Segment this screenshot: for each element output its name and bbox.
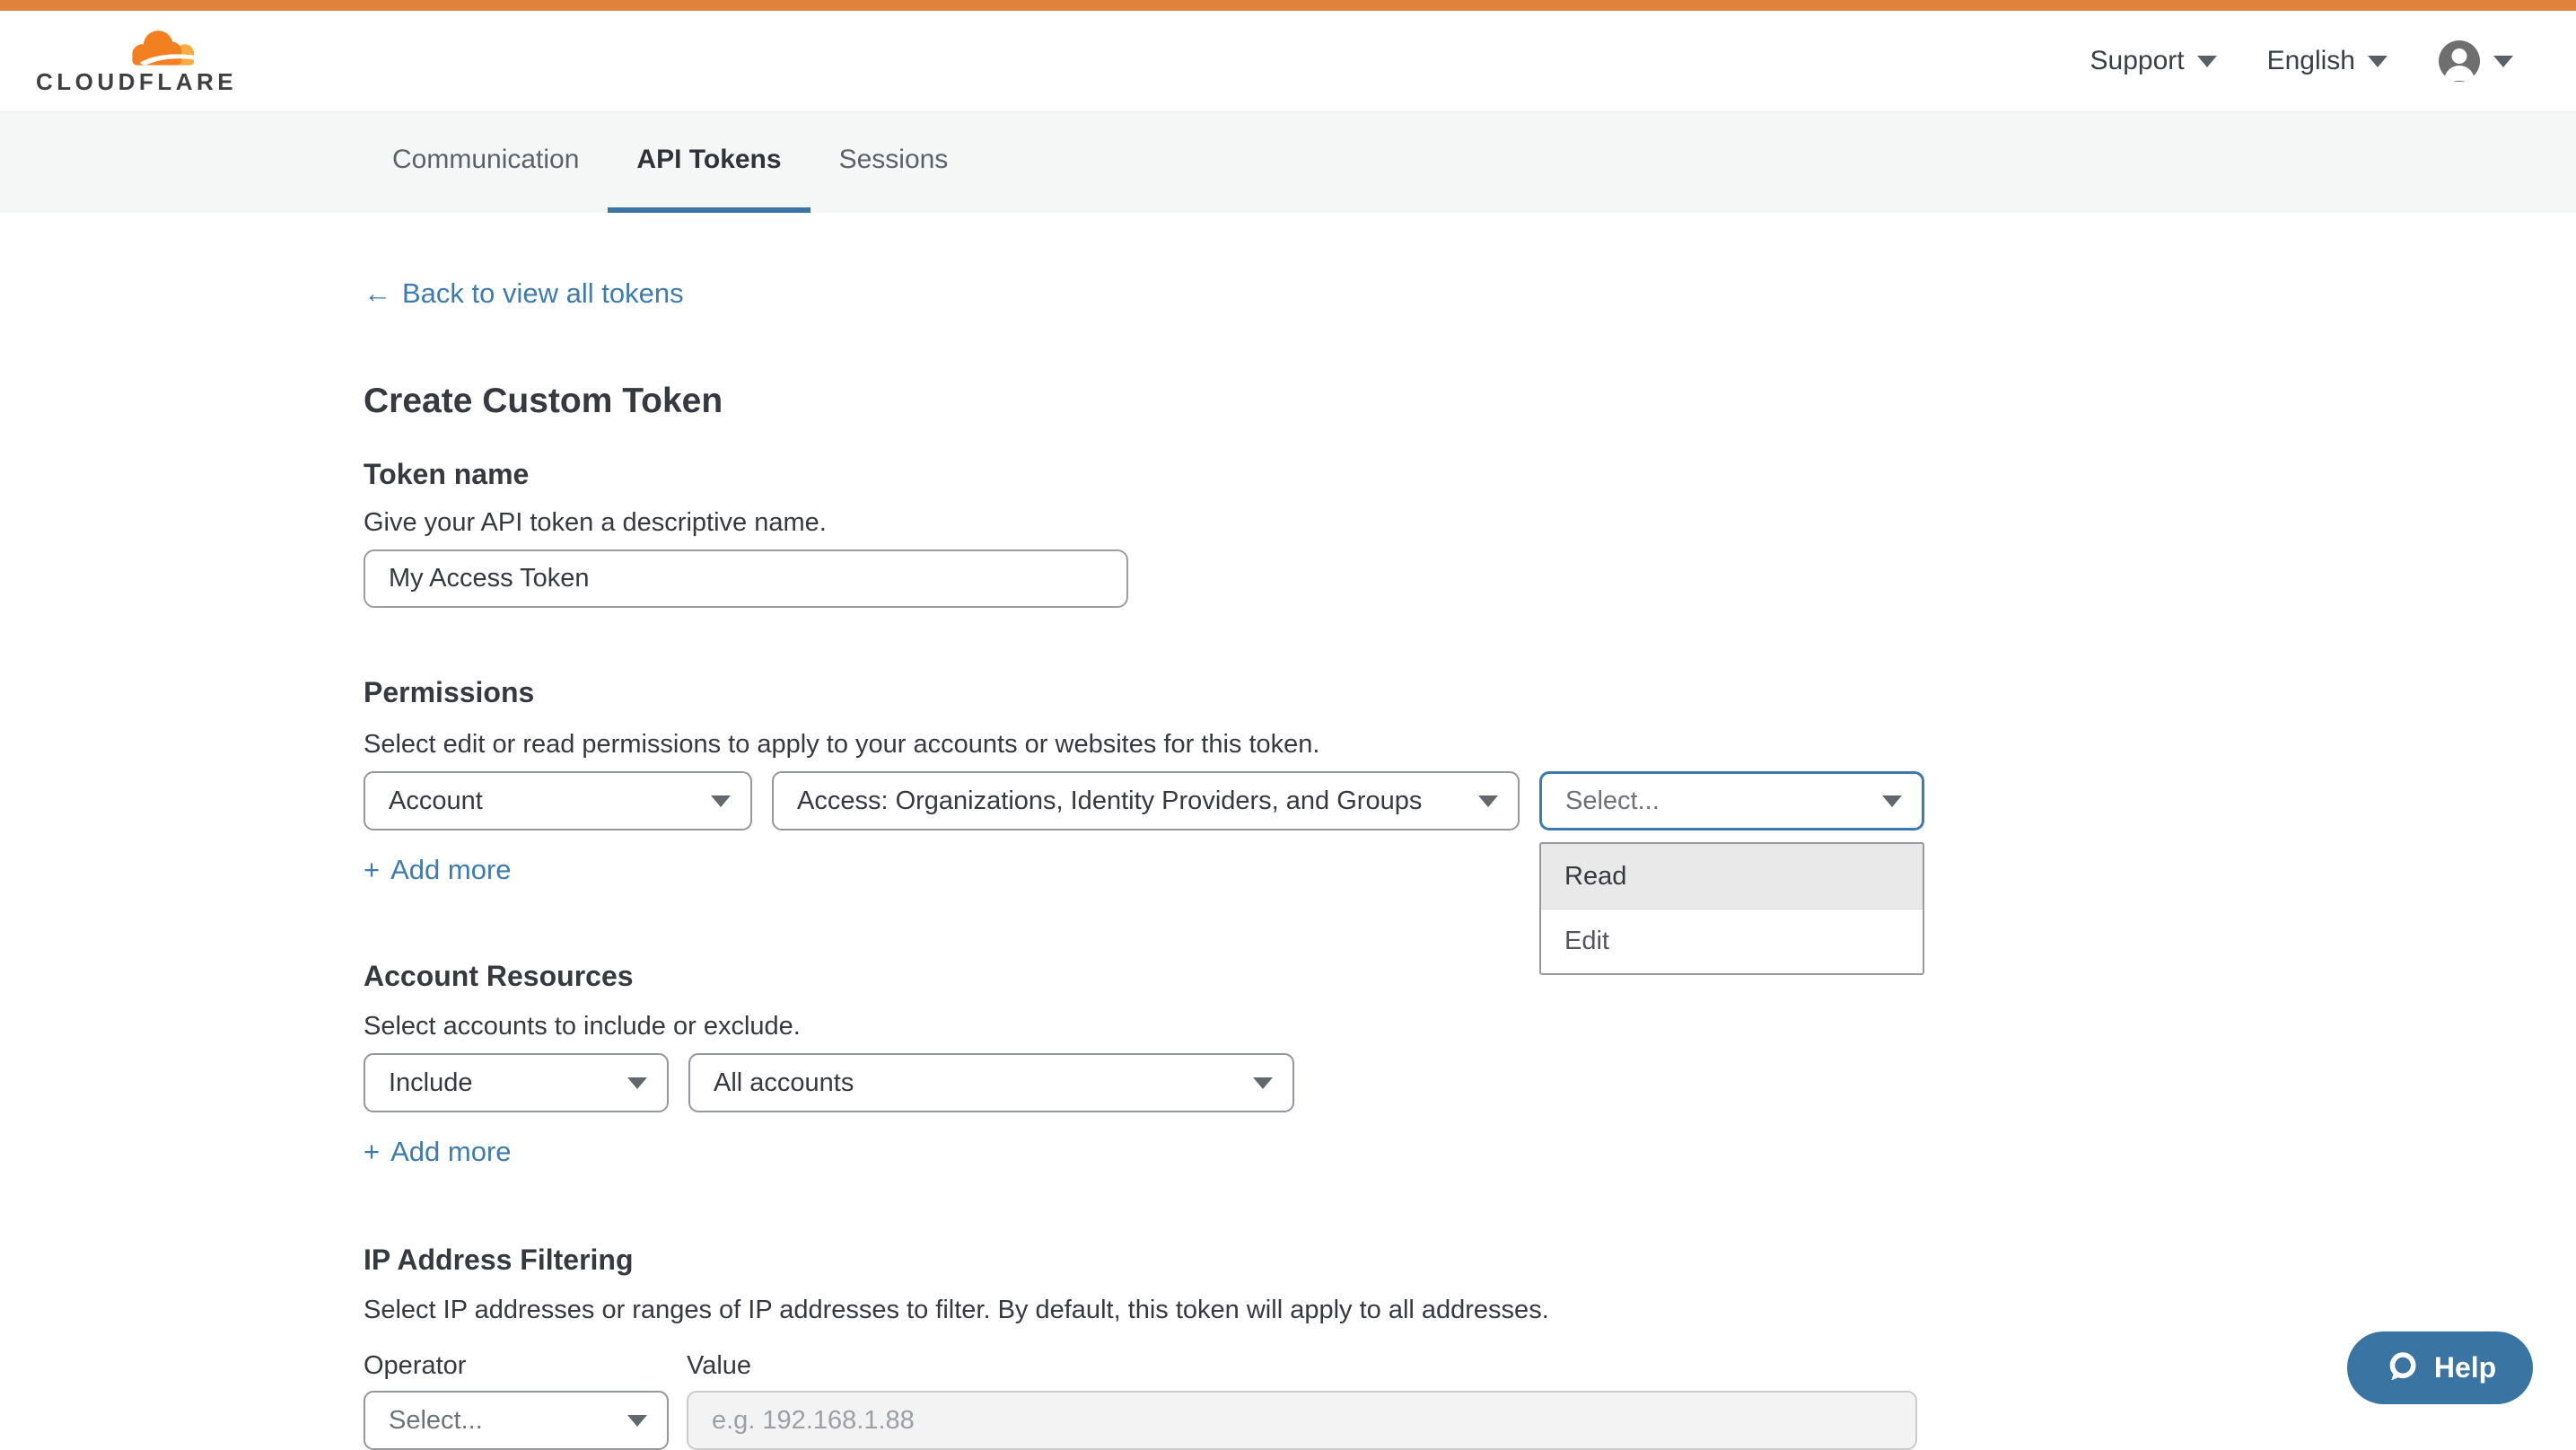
ip-filtering-section: IP Address Filtering Select IP addresses… [364,1242,2576,1450]
account-resources-row: Include All accounts [364,1053,2576,1112]
cloudflare-cloud-icon [113,27,208,66]
menu-option-edit[interactable]: Edit [1541,909,1923,973]
operator-dropdown[interactable]: Select... [364,1391,669,1450]
permission-level-dropdown[interactable]: Select... [1539,771,1924,830]
help-button[interactable]: Help [2347,1331,2533,1404]
permission-level-wrap: Select... Read Edit [1539,771,1924,830]
permissions-description: Select edit or read permissions to apply… [364,728,2576,760]
header: CLOUDFLARE Support English [0,11,2576,112]
chevron-down-icon [1478,795,1498,807]
chevron-down-icon [1253,1077,1273,1089]
plus-icon: + [364,1134,380,1170]
add-more-label: Add more [390,852,511,888]
permission-level-placeholder: Select... [1565,787,1660,816]
ip-value-input[interactable] [687,1391,1917,1450]
tab-api-tokens[interactable]: API Tokens [608,112,810,213]
support-menu[interactable]: Support [2090,46,2217,76]
main-content: ← Back to view all tokens Create Custom … [0,213,2576,1450]
token-name-description: Give your API token a descriptive name. [364,506,2576,539]
permissions-add-more-link[interactable]: + Add more [364,852,512,888]
user-avatar-icon [2438,40,2481,83]
permission-group-value: Access: Organizations, Identity Provider… [797,787,1422,816]
tab-label: Communication [392,145,579,175]
account-mode-value: Include [389,1068,473,1098]
chevron-down-icon [2368,56,2388,67]
account-resources-heading: Account Resources [364,958,2576,994]
account-menu[interactable] [2438,40,2513,83]
permission-group-dropdown[interactable]: Access: Organizations, Identity Provider… [772,771,1520,830]
token-name-heading: Token name [364,456,2576,492]
accounts-dropdown[interactable]: All accounts [688,1053,1294,1112]
ip-filtering-description: Select IP addresses or ranges of IP addr… [364,1294,2576,1326]
chevron-down-icon [627,1415,647,1427]
chevron-down-icon [627,1077,647,1089]
account-resources-section: Account Resources Select accounts to inc… [364,958,2576,1170]
help-button-label: Help [2434,1351,2496,1384]
back-link-label: Back to view all tokens [402,276,684,312]
cloudflare-logo[interactable]: CLOUDFLARE [36,27,215,96]
back-link[interactable]: ← Back to view all tokens [364,276,684,312]
language-label: English [2267,46,2355,76]
ip-filtering-grid: Operator Value Select... [364,1349,2576,1450]
cloudflare-logo-text: CLOUDFLARE [36,68,215,96]
ip-filtering-heading: IP Address Filtering [364,1242,2576,1278]
permissions-heading: Permissions [364,674,2576,710]
tab-label: API Tokens [636,145,781,175]
chat-bubble-icon [2384,1350,2420,1386]
brand-accent-bar [0,0,2576,11]
tab-sessions[interactable]: Sessions [810,112,977,213]
chevron-down-icon [711,795,731,807]
operator-label: Operator [364,1349,669,1382]
page-title: Create Custom Token [364,382,2576,421]
token-name-section: Token name Give your API token a descrip… [364,456,2576,608]
permissions-section: Permissions Select edit or read permissi… [364,674,2576,888]
chevron-down-icon [2493,56,2513,67]
value-label: Value [687,1349,1917,1382]
accounts-value: All accounts [714,1068,854,1098]
tab-label: Sessions [839,145,949,175]
arrow-left-icon: ← [364,276,391,312]
chevron-down-icon [2197,56,2217,67]
add-more-label: Add more [390,1134,511,1170]
permission-level-menu: Read Edit [1539,842,1924,975]
permission-scope-dropdown[interactable]: Account [364,771,752,830]
menu-option-read[interactable]: Read [1541,844,1923,909]
header-nav: Support English [2090,40,2513,83]
account-resources-description: Select accounts to include or exclude. [364,1010,2576,1042]
plus-icon: + [364,852,380,888]
account-resources-add-more-link[interactable]: + Add more [364,1134,512,1170]
token-name-input[interactable] [364,549,1128,608]
language-menu[interactable]: English [2267,46,2388,76]
permissions-row: Account Access: Organizations, Identity … [364,771,2576,830]
tab-communication[interactable]: Communication [364,112,608,213]
permission-scope-value: Account [389,787,483,816]
chevron-down-icon [1882,795,1902,807]
support-label: Support [2090,46,2185,76]
account-mode-dropdown[interactable]: Include [364,1053,669,1112]
tab-bar: Communication API Tokens Sessions [0,112,2576,213]
